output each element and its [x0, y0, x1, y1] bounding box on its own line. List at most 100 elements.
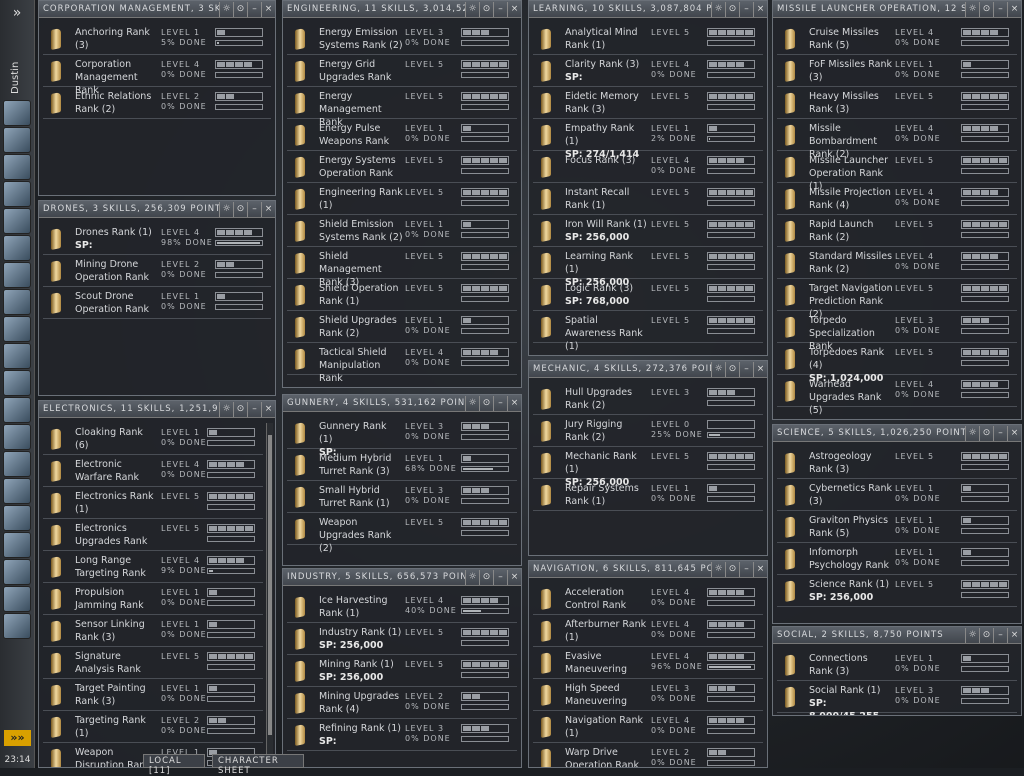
- info-icon[interactable]: [3, 559, 31, 585]
- skill-row[interactable]: Energy Emission Systems Rank (2) LEVEL 3…: [287, 23, 517, 55]
- options-icon[interactable]: ⊙: [725, 361, 739, 377]
- window-header[interactable]: ENGINEERING, 11 SKILLS, 3,014,520 ☼ ⊙ – …: [283, 1, 521, 18]
- close-button[interactable]: ×: [1007, 627, 1021, 643]
- skill-row[interactable]: Eidetic Memory Rank (3) LEVEL 5: [533, 87, 763, 119]
- skill-row[interactable]: Energy Pulse Weapons Rank LEVEL 1 0% DON…: [287, 119, 517, 151]
- skill-row[interactable]: Energy Systems Operation Rank LEVEL 5: [287, 151, 517, 183]
- portrait-icon[interactable]: [3, 586, 31, 612]
- map-icon[interactable]: [3, 235, 31, 261]
- skill-row[interactable]: Energy Grid Upgrades Rank LEVEL 5: [287, 55, 517, 87]
- window-header[interactable]: GUNNERY, 4 SKILLS, 531,162 POINTS ☼ ⊙ – …: [283, 395, 521, 412]
- window-header[interactable]: MECHANIC, 4 SKILLS, 272,376 POINTS ☼ ⊙ –…: [529, 361, 767, 378]
- skill-row[interactable]: Ethnic Relations Rank (2) LEVEL 2 0% DON…: [43, 87, 271, 119]
- options-icon[interactable]: ⊙: [979, 627, 993, 643]
- window-header[interactable]: MISSILE LAUNCHER OPERATION, 12 SKIL ☼ ⊙ …: [773, 1, 1021, 18]
- minimize-button[interactable]: –: [993, 627, 1007, 643]
- skill-row[interactable]: Navigation Rank (1) LEVEL 4 0% DONE: [533, 711, 763, 743]
- skill-row[interactable]: Engineering Rank (1) LEVEL 5: [287, 183, 517, 215]
- skill-row[interactable]: Analytical Mind Rank (1) LEVEL 5: [533, 23, 763, 55]
- close-button[interactable]: ×: [261, 1, 275, 17]
- skill-row[interactable]: Empathy Rank (1) SP: 274/1,414 LEVEL 1 2%…: [533, 119, 763, 160]
- minimize-button[interactable]: –: [247, 201, 261, 217]
- minimize-button[interactable]: –: [739, 1, 753, 17]
- calculator-icon[interactable]: [3, 397, 31, 423]
- science-icon[interactable]: [3, 370, 31, 396]
- window-header[interactable]: CORPORATION MANAGEMENT, 3 SKILL ☼ ⊙ – ×: [39, 1, 275, 18]
- chat-icon[interactable]: [3, 451, 31, 477]
- skill-row[interactable]: Learning Rank (1) SP: 256,000 LEVEL 5: [533, 247, 763, 288]
- skill-row[interactable]: Spatial Awareness Rank (1) LEVEL 5: [533, 311, 763, 352]
- skill-row[interactable]: Warp Drive Operation Rank LEVEL 2 0% DON…: [533, 743, 763, 767]
- scrollbar[interactable]: [266, 423, 273, 765]
- skill-row[interactable]: Missile Launcher Operation Rank (1) LEVE…: [777, 151, 1017, 192]
- skill-row[interactable]: Torpedoes Rank (4) SP: 1,024,000 LEVEL 5: [777, 343, 1017, 384]
- skill-row[interactable]: Energy Management Rank LEVEL 5: [287, 87, 517, 128]
- mail-icon[interactable]: [3, 154, 31, 180]
- pin-icon[interactable]: ☼: [965, 627, 979, 643]
- skill-row[interactable]: Propulsion Jamming Rank LEVEL 1 0% DONE: [43, 583, 263, 615]
- assets-icon[interactable]: [3, 262, 31, 288]
- skill-row[interactable]: Mining Drone Operation Rank LEVEL 2 0% D…: [43, 255, 271, 287]
- skill-row[interactable]: Warhead Upgrades Rank (5) LEVEL 4 0% DON…: [777, 375, 1017, 416]
- skill-row[interactable]: Medium Hybrid Turret Rank (3) LEVEL 1 68…: [287, 449, 517, 481]
- skill-row[interactable]: Target Painting Rank (3) LEVEL 1 0% DONE: [43, 679, 263, 711]
- skill-row[interactable]: Anchoring Rank (3) LEVEL 1 5% DONE: [43, 23, 271, 55]
- close-button[interactable]: ×: [261, 201, 275, 217]
- close-button[interactable]: ×: [753, 361, 767, 377]
- skill-row[interactable]: Hull Upgrades Rank (2) LEVEL 3: [533, 383, 763, 415]
- skill-row[interactable]: Social Rank (1)SP: 8,000/45,255 LEVEL 3 …: [777, 681, 1017, 715]
- window-header[interactable]: DRONES, 3 SKILLS, 256,309 POINTS ☼ ⊙ – ×: [39, 201, 275, 218]
- skill-row[interactable]: Connections Rank (3) LEVEL 1 0% DONE: [777, 649, 1017, 681]
- pin-icon[interactable]: ☼: [219, 201, 233, 217]
- skill-row[interactable]: Sensor Linking Rank (3) LEVEL 1 0% DONE: [43, 615, 263, 647]
- minimize-button[interactable]: –: [247, 1, 261, 17]
- skill-row[interactable]: Industry Rank (1) SP: 256,000 LEVEL 5: [287, 623, 517, 655]
- notepad-icon[interactable]: [3, 181, 31, 207]
- close-button[interactable]: ×: [261, 401, 275, 417]
- skill-row[interactable]: High Speed Maneuvering LEVEL 3 0% DONE: [533, 679, 763, 711]
- skill-row[interactable]: Shield Operation Rank (1) LEVEL 5: [287, 279, 517, 311]
- pin-icon[interactable]: ☼: [965, 425, 979, 441]
- skill-row[interactable]: Refining Rank (1) SP: LEVEL 3 0% DONE: [287, 719, 517, 751]
- skill-row[interactable]: FoF Missiles Rank (3) LEVEL 1 0% DONE: [777, 55, 1017, 87]
- skill-row[interactable]: Drones Rank (1) SP: LEVEL 4 98% DONE: [43, 223, 271, 255]
- options-icon[interactable]: ⊙: [479, 395, 493, 411]
- minimize-button[interactable]: –: [493, 1, 507, 17]
- skill-row[interactable]: Logic Rank (3) SP: 768,000 LEVEL 5: [533, 279, 763, 311]
- minimize-button[interactable]: –: [493, 569, 507, 585]
- skill-row[interactable]: Mining Rank (1) SP: 256,000 LEVEL 5: [287, 655, 517, 687]
- skill-row[interactable]: Ice Harvesting Rank (1) LEVEL 4 40% DONE: [287, 591, 517, 623]
- minimize-button[interactable]: –: [993, 425, 1007, 441]
- options-icon[interactable]: ⊙: [479, 1, 493, 17]
- pin-icon[interactable]: ☼: [219, 401, 233, 417]
- close-button[interactable]: ×: [507, 395, 521, 411]
- skill-row[interactable]: Clarity Rank (3) SP: LEVEL 4 0% DONE: [533, 55, 763, 87]
- skill-row[interactable]: Missile Projection Rank (4) LEVEL 4 0% D…: [777, 183, 1017, 215]
- skill-row[interactable]: Small Hybrid Turret Rank (1) LEVEL 3 0% …: [287, 481, 517, 513]
- skill-row[interactable]: Cybernetics Rank (3) LEVEL 1 0% DONE: [777, 479, 1017, 511]
- skill-row[interactable]: Signature Analysis Rank LEVEL 5: [43, 647, 263, 679]
- skill-row[interactable]: Standard Missiles Rank (2) LEVEL 4 0% DO…: [777, 247, 1017, 279]
- skill-row[interactable]: Tactical Shield Manipulation Rank LEVEL …: [287, 343, 517, 384]
- industry-icon[interactable]: [3, 613, 31, 639]
- skill-row[interactable]: Instant Recall Rank (1) LEVEL 5: [533, 183, 763, 215]
- skill-row[interactable]: Electronic Warfare Rank LEVEL 4 0% DONE: [43, 455, 263, 487]
- pin-icon[interactable]: ☼: [711, 361, 725, 377]
- expand-sidebar-button[interactable]: »: [0, 0, 34, 28]
- starmap-icon[interactable]: [3, 289, 31, 315]
- options-icon[interactable]: ⊙: [725, 1, 739, 17]
- skill-row[interactable]: Acceleration Control Rank LEVEL 4 0% DON…: [533, 583, 763, 615]
- close-button[interactable]: ×: [507, 1, 521, 17]
- skill-row[interactable]: Cloaking Rank (6) LEVEL 1 0% DONE: [43, 423, 263, 455]
- skill-row[interactable]: Jury Rigging Rank (2) LEVEL 0 25% DONE: [533, 415, 763, 447]
- contracts-icon[interactable]: [3, 532, 31, 558]
- skill-row[interactable]: Mining Upgrades Rank (4) LEVEL 2 0% DONE: [287, 687, 517, 719]
- pin-icon[interactable]: ☼: [465, 1, 479, 17]
- skill-row[interactable]: Gunnery Rank (1) SP: LEVEL 3 0% DONE: [287, 417, 517, 458]
- pin-icon[interactable]: ☼: [711, 561, 725, 577]
- skill-row[interactable]: Cruise Missiles Rank (5) LEVEL 4 0% DONE: [777, 23, 1017, 55]
- minimize-button[interactable]: –: [739, 361, 753, 377]
- skill-row[interactable]: Rapid Launch Rank (2) LEVEL 5: [777, 215, 1017, 247]
- window-header[interactable]: INDUSTRY, 5 SKILLS, 656,573 POINTS ☼ ⊙ –…: [283, 569, 521, 586]
- skill-row[interactable]: Electronics Upgrades Rank LEVEL 5: [43, 519, 263, 551]
